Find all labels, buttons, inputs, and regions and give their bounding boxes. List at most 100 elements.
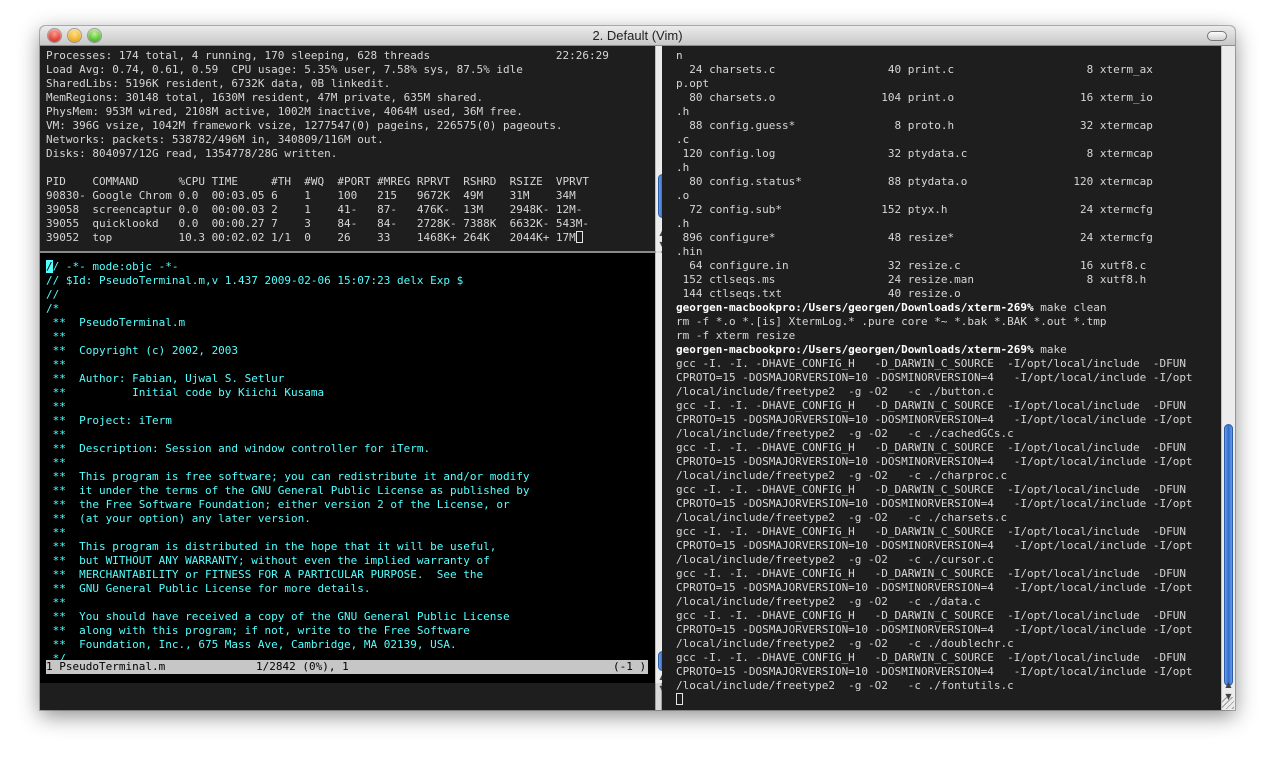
vim-status-right: (-1 )	[613, 660, 647, 673]
command-output-line: /local/include/freetype2 -g -O2 -c ./dat…	[676, 595, 981, 608]
vim-line: ** it under the terms of the GNU General…	[46, 484, 530, 497]
vim-line: //	[46, 288, 60, 301]
command-output-line: /local/include/freetype2 -g -O2 -c ./cac…	[676, 427, 1014, 440]
command-output-line: CPROTO=15 -DOSMAJORVERSION=10 -DOSMINORV…	[676, 665, 1193, 678]
top-output-line: 39055 quicklookd 0.0 00:00.27 7 3 84- 84…	[46, 217, 590, 230]
vim-line: // $Id: PseudoTerminal.m,v 1.437 2009-02…	[46, 274, 464, 287]
vim-line: **	[46, 400, 66, 413]
top-output-line: PID COMMAND %CPU TIME #TH #WQ #PORT #MRE…	[46, 175, 590, 188]
top-output-line: Disks: 804097/12G read, 1354778/28G writ…	[46, 147, 338, 160]
vim-line: ** Copyright (c) 2002, 2003	[46, 344, 239, 357]
command-output-line: rm -f *.o *.[is] XtermLog.* .pure core *…	[676, 315, 1107, 328]
top-output-line: Load Avg: 0.74, 0.61, 0.59 CPU usage: 5.…	[46, 63, 523, 76]
shell-command: make clean	[1033, 301, 1107, 314]
listing-line: 80 charsets.o 104 print.o 16 xterm_io	[676, 91, 1153, 104]
vim-line: ** Foundation, Inc., 675 Mass Ave, Cambr…	[46, 638, 457, 651]
vim-line: **	[46, 526, 66, 539]
top-output-line: VM: 396G vsize, 1042M framework vsize, 1…	[46, 119, 563, 132]
scroll-up-icon[interactable]: ▲	[1222, 679, 1235, 691]
listing-line: 24 charsets.c 40 print.c 8 xterm_ax	[676, 63, 1153, 76]
listing-line: .h	[676, 105, 690, 118]
top-output-line: PhysMem: 953M wired, 2108M active, 1002M…	[46, 105, 523, 118]
shell-pane-scroll-thumb[interactable]	[1224, 424, 1233, 686]
shell-prompt: georgen-macbookpro:/Users/georgen/Downlo…	[676, 343, 1034, 356]
shell-pane-scrollbar[interactable]: ▲ ▼	[1221, 46, 1235, 710]
top-output-text: Processes: 174 total, 4 running, 170 sle…	[46, 49, 609, 245]
top-output-line: 90830- Google Chrom 0.0 00:03.05 6 1 100…	[46, 189, 576, 202]
vim-line: ** Initial code by Kiichi Kusama	[46, 386, 325, 399]
title-bar[interactable]: 2. Default (Vim)	[40, 26, 1235, 46]
top-output-line: SharedLibs: 5196K resident, 6732K data, …	[46, 77, 391, 90]
vim-line: **	[46, 456, 66, 469]
vim-line: ** MERCHANTABILITY or FITNESS FOR A PART…	[46, 568, 484, 581]
listing-line: 120 config.log 32 ptydata.c 8 xtermcap	[676, 147, 1153, 160]
text-cursor	[676, 693, 683, 705]
window-title: 2. Default (Vim)	[592, 28, 683, 43]
vim-buffer-text[interactable]: // -*- mode:objc -*- // $Id: PseudoTermi…	[46, 260, 529, 666]
vim-line: ** Project: iTerm	[46, 414, 172, 427]
command-output-line: /local/include/freetype2 -g -O2 -c ./but…	[676, 385, 994, 398]
command-output-line: gcc -I. -I. -DHAVE_CONFIG_H -D_DARWIN_C_…	[676, 609, 1186, 622]
top-output-line: MemRegions: 30148 total, 1630M resident,…	[46, 91, 484, 104]
top-output-line: 39052 top 10.3 00:02.02 1/1 0 26 33 1468…	[46, 231, 576, 244]
command-output-line: /local/include/freetype2 -g -O2 -c ./cha…	[676, 469, 1008, 482]
command-output-line: CPROTO=15 -DOSMAJORVERSION=10 -DOSMINORV…	[676, 497, 1193, 510]
vim-line: ** GNU General Public License for more d…	[46, 582, 371, 595]
vim-line: ** Author: Fabian, Ujwal S. Setlur	[46, 372, 285, 385]
listing-line: 80 config.status* 88 ptydata.o 120 xterm…	[676, 175, 1153, 188]
vim-status-filename: 1 PseudoTerminal.m	[46, 660, 166, 673]
shell-pane[interactable]: n 24 charsets.c 40 print.c 8 xterm_ax p.…	[662, 46, 1224, 710]
vim-line: ** You should have received a copy of th…	[46, 610, 510, 623]
listing-line: 152 ctlseqs.ms 24 resize.man 8 xutf8.h	[676, 273, 1147, 286]
command-output-line: gcc -I. -I. -DHAVE_CONFIG_H -D_DARWIN_C_…	[676, 399, 1186, 412]
vim-line: ** along with this program; if not, writ…	[46, 624, 470, 637]
shell-command: make	[1033, 343, 1067, 356]
vim-line: ** Description: Session and window contr…	[46, 442, 431, 455]
shell-prompt: georgen-macbookpro:/Users/georgen/Downlo…	[676, 301, 1034, 314]
vim-line: ** This program is distributed in the ho…	[46, 540, 497, 553]
command-output-line: rm -f xterm resize	[676, 329, 796, 342]
command-output-line: CPROTO=15 -DOSMAJORVERSION=10 -DOSMINORV…	[676, 455, 1193, 468]
command-output-line: CPROTO=15 -DOSMAJORVERSION=10 -DOSMINORV…	[676, 371, 1193, 384]
vim-line: // -*- mode:objc -*-	[46, 260, 179, 273]
toolbar-toggle-button[interactable]	[1207, 31, 1227, 41]
top-output-line: Networks: packets: 538782/496M in, 34080…	[46, 133, 384, 146]
command-output-line: gcc -I. -I. -DHAVE_CONFIG_H -D_DARWIN_C_…	[676, 525, 1186, 538]
vim-cursor: /	[46, 260, 53, 273]
listing-line: 72 config.sub* 152 ptyx.h 24 xtermcfg	[676, 203, 1153, 216]
vim-line: ** This program is free software; you ca…	[46, 470, 530, 483]
vim-line: **	[46, 330, 66, 343]
vim-status-line: 1 PseudoTerminal.m 1/2842 (0%), 1 (-1 )	[46, 660, 648, 674]
listing-line: .h	[676, 217, 690, 230]
vim-line: /*	[46, 302, 60, 315]
top-output-line: Processes: 174 total, 4 running, 170 sle…	[46, 49, 609, 62]
command-output-line: gcc -I. -I. -DHAVE_CONFIG_H -D_DARWIN_C_…	[676, 441, 1186, 454]
command-output-line: gcc -I. -I. -DHAVE_CONFIG_H -D_DARWIN_C_…	[676, 651, 1186, 664]
listing-line: 896 configure* 48 resize* 24 xtermcfg	[676, 231, 1153, 244]
vim-pane[interactable]: // -*- mode:objc -*- // $Id: PseudoTermi…	[40, 253, 655, 683]
listing-line: n	[676, 49, 683, 62]
listing-line: .h	[676, 161, 690, 174]
shell-output-text[interactable]: n 24 charsets.c 40 print.c 8 xterm_ax p.…	[676, 49, 1193, 707]
text-cursor	[575, 231, 583, 243]
resize-grip-icon[interactable]	[1222, 697, 1234, 709]
vim-line: **	[46, 358, 66, 371]
listing-line: .hin	[676, 245, 703, 258]
command-output-line: /local/include/freetype2 -g -O2 -c ./dou…	[676, 637, 1014, 650]
top-output-pane[interactable]: Processes: 174 total, 4 running, 170 sle…	[40, 46, 655, 273]
vim-status-position: 1/2842 (0%), 1	[256, 660, 349, 673]
command-output-line: /local/include/freetype2 -g -O2 -c ./cur…	[676, 553, 994, 566]
vim-line: ** the Free Software Foundation; either …	[46, 498, 510, 511]
vim-line: **	[46, 428, 66, 441]
listing-line: p.opt	[676, 77, 710, 90]
listing-line: 88 config.guess* 8 proto.h 32 xtermcap	[676, 119, 1153, 132]
listing-line: .o	[676, 189, 690, 202]
terminal-window: 2. Default (Vim) Processes: 174 total, 4…	[40, 26, 1235, 710]
command-output-line: gcc -I. -I. -DHAVE_CONFIG_H -D_DARWIN_C_…	[676, 567, 1186, 580]
command-output-line: CPROTO=15 -DOSMAJORVERSION=10 -DOSMINORV…	[676, 539, 1193, 552]
command-output-line: /local/include/freetype2 -g -O2 -c ./fon…	[676, 679, 1014, 692]
listing-line: 64 configure.in 32 resize.c 16 xutf8.c	[676, 259, 1147, 272]
command-output-line: gcc -I. -I. -DHAVE_CONFIG_H -D_DARWIN_C_…	[676, 483, 1186, 496]
vim-line: **	[46, 596, 66, 609]
command-output-line: /local/include/freetype2 -g -O2 -c ./cha…	[676, 511, 1008, 524]
